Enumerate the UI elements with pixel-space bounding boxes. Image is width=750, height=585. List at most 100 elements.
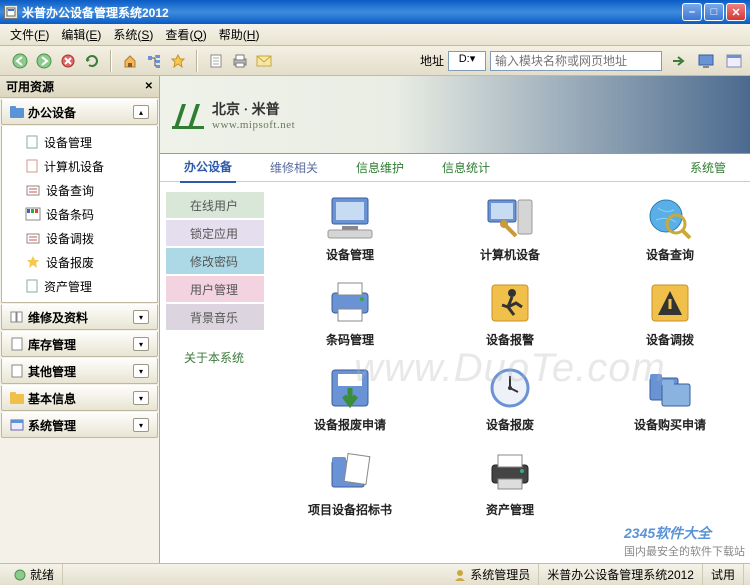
sm-change-password[interactable]: 修改密码	[166, 248, 264, 274]
book-icon	[10, 310, 24, 324]
tab-stats[interactable]: 信息统计	[438, 153, 494, 182]
clock-icon	[482, 362, 538, 412]
window-icon	[10, 418, 24, 432]
folder-blue-icon	[10, 105, 24, 119]
tree-computer-device[interactable]: 计算机设备	[2, 154, 157, 178]
corner-watermark: 2345软件大全 国内最安全的软件下载站	[624, 523, 745, 559]
dialog-icon[interactable]	[722, 49, 746, 73]
warning-sign-icon	[642, 277, 698, 327]
print-icon[interactable]	[228, 49, 252, 73]
banner: 北京 · 米普 www.mipsoft.net	[160, 76, 750, 154]
folder-yellow-icon	[10, 391, 24, 405]
maximize-button[interactable]: □	[704, 3, 724, 21]
chevron-down-icon: ▾	[133, 337, 149, 351]
running-person-icon	[482, 277, 538, 327]
section-basicinfo[interactable]: 基本信息▾	[1, 385, 158, 411]
minimize-button[interactable]: –	[682, 3, 702, 21]
tab-bar: 办公设备 维修相关 信息维护 信息统计 系统管	[160, 154, 750, 182]
pc-tools-icon	[482, 192, 538, 242]
stop-icon[interactable]	[56, 49, 80, 73]
tab-maintenance[interactable]: 维修相关	[266, 153, 322, 182]
sidebar-close-icon[interactable]: ✕	[145, 81, 153, 92]
printer-icon	[322, 277, 378, 327]
chevron-down-icon: ▾	[133, 391, 149, 405]
window-title: 米普办公设备管理系统2012	[22, 4, 682, 21]
section-sysmgmt[interactable]: 系统管理▾	[1, 412, 158, 438]
toolbar: 地址 D:▾	[0, 46, 750, 76]
grid-asset-mgmt[interactable]: 资产管理	[450, 447, 570, 518]
tree-device-query[interactable]: 设备查询	[2, 178, 157, 202]
tab-system[interactable]: 系统管	[686, 153, 730, 182]
tab-info[interactable]: 信息维护	[352, 153, 408, 182]
section-maintenance[interactable]: 维修及资料▾	[1, 304, 158, 330]
folder-paper-icon	[322, 447, 378, 497]
grid-device-query[interactable]: 设备查询	[610, 192, 730, 263]
sm-user-mgmt[interactable]: 用户管理	[166, 276, 264, 302]
section-office-equipment[interactable]: 办公设备 ▴	[1, 99, 158, 125]
grid-device-mgmt[interactable]: 设备管理	[290, 192, 410, 263]
monitor-icon[interactable]	[694, 49, 718, 73]
status-ok-icon	[14, 569, 26, 581]
computer-icon	[322, 192, 378, 242]
sm-online-users[interactable]: 在线用户	[166, 192, 264, 218]
grid-purchase-apply[interactable]: 设备购买申请	[610, 362, 730, 433]
nav-forward-icon[interactable]	[32, 49, 56, 73]
sm-about[interactable]: 关于本系统	[166, 344, 264, 370]
sidebar: 可用资源 ✕ 办公设备 ▴ 设备管理 计算机设备 设备查询 设备条码 设备调拨 …	[0, 76, 160, 563]
tree-asset-mgmt[interactable]: 资产管理	[2, 274, 157, 298]
sm-bg-music[interactable]: 背景音乐	[166, 304, 264, 330]
tree-device-transfer[interactable]: 设备调拨	[2, 226, 157, 250]
status-trial: 试用	[703, 564, 744, 585]
tree-device-mgmt[interactable]: 设备管理	[2, 130, 157, 154]
nav-tree-icon[interactable]	[142, 49, 166, 73]
app-icon	[4, 5, 18, 19]
status-app: 米普办公设备管理系统2012	[539, 564, 703, 585]
grid-device-alarm[interactable]: 设备报警	[450, 277, 570, 348]
address-input[interactable]	[490, 51, 662, 71]
sidebar-header: 可用资源 ✕	[0, 76, 159, 98]
home-icon[interactable]	[118, 49, 142, 73]
sm-lock-app[interactable]: 锁定应用	[166, 220, 264, 246]
favorite-icon[interactable]	[166, 49, 190, 73]
menu-file[interactable]: 文件(F)	[4, 24, 55, 45]
chevron-down-icon: ▾	[133, 418, 149, 432]
grid-device-transfer[interactable]: 设备调拨	[610, 277, 730, 348]
section-other[interactable]: 其他管理▾	[1, 358, 158, 384]
status-ready: 就绪	[6, 564, 63, 585]
close-button[interactable]: ✕	[726, 3, 746, 21]
mail-icon[interactable]	[252, 49, 276, 73]
section-inventory[interactable]: 库存管理▾	[1, 331, 158, 357]
brand-name: 北京 · 米普	[212, 99, 295, 119]
save-down-icon	[322, 362, 378, 412]
drive-select[interactable]: D:▾	[448, 51, 486, 71]
chevron-down-icon: ▾	[133, 364, 149, 378]
grid-scrap-apply[interactable]: 设备报废申请	[290, 362, 410, 433]
tree-device-scrap[interactable]: 设备报废	[2, 250, 157, 274]
menu-edit[interactable]: 编辑(E)	[55, 24, 107, 45]
grid-project-tender[interactable]: 项目设备招标书	[290, 447, 410, 518]
content-area: 北京 · 米普 www.mipsoft.net 办公设备 维修相关 信息维护 信…	[160, 76, 750, 563]
printer-dark-icon	[482, 447, 538, 497]
grid-scrap[interactable]: 设备报废	[450, 362, 570, 433]
menu-system[interactable]: 系统(S)	[107, 24, 159, 45]
title-bar: 米普办公设备管理系统2012 – □ ✕	[0, 0, 750, 24]
doc-icon	[10, 364, 24, 378]
brand-logo-icon	[172, 100, 206, 130]
doc-icon	[10, 337, 24, 351]
nav-back-icon[interactable]	[8, 49, 32, 73]
new-file-icon[interactable]	[204, 49, 228, 73]
menu-view[interactable]: 查看(Q)	[159, 24, 212, 45]
launcher-grid: www.DuoTe.com 设备管理 计算机设备 设备查询	[270, 182, 750, 563]
address-label: 地址	[420, 52, 444, 69]
refresh-icon[interactable]	[80, 49, 104, 73]
grid-computer-device[interactable]: 计算机设备	[450, 192, 570, 263]
folders-icon	[642, 362, 698, 412]
tree-device-barcode[interactable]: 设备条码	[2, 202, 157, 226]
user-icon	[454, 569, 466, 581]
tab-office[interactable]: 办公设备	[180, 152, 236, 183]
grid-barcode-mgmt[interactable]: 条码管理	[290, 277, 410, 348]
menu-help[interactable]: 帮助(H)	[213, 24, 266, 45]
chevron-up-icon: ▴	[133, 105, 149, 119]
go-icon[interactable]	[666, 49, 690, 73]
status-admin: 系统管理员	[446, 564, 539, 585]
